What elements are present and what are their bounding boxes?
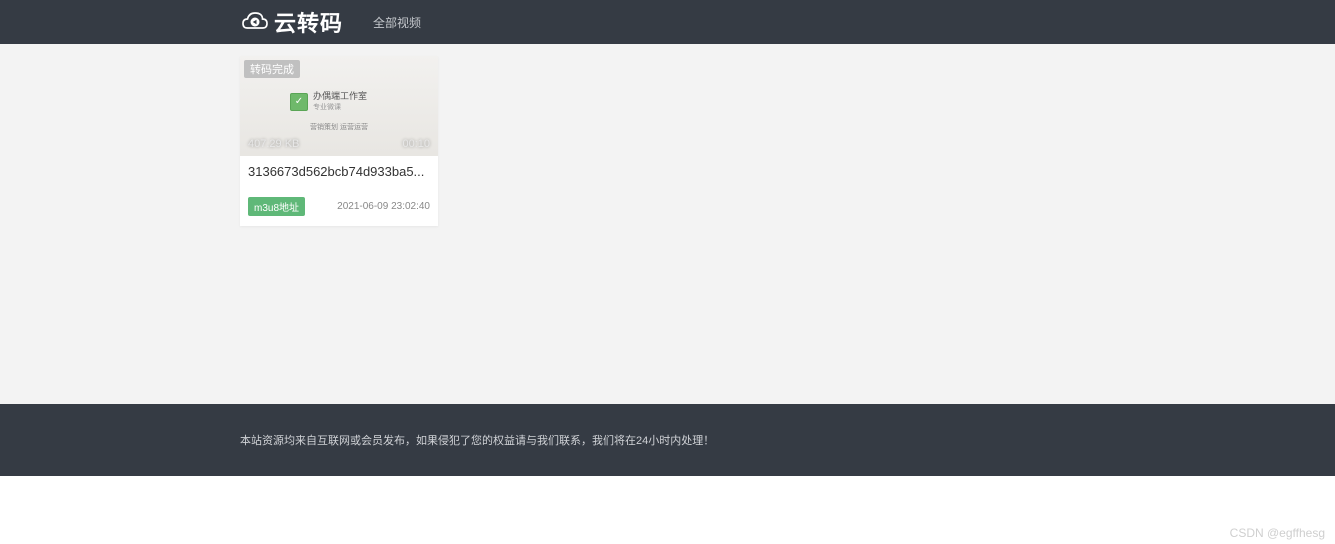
watermark-text: CSDN @egffhesg [1230, 526, 1325, 540]
video-filesize: 407.29 KB [248, 138, 299, 150]
video-duration: 00:10 [402, 138, 430, 150]
cloud-logo-icon [240, 7, 270, 37]
brand-text: 云转码 [274, 6, 343, 38]
thumb-bottom-subtext: 营销策划 运营运营 [240, 122, 438, 132]
thumb-center-graphic: ✓ 办偶端工作室 专业微课 [290, 92, 367, 112]
m3u8-address-button[interactable]: m3u8地址 [248, 197, 305, 216]
footer-disclaimer: 本站资源均来自互联网或会员发布，如果侵犯了您的权益请与我们联系，我们将在24小时… [240, 435, 714, 447]
content-area: 转码完成 ✓ 办偶端工作室 专业微课 营销策划 运营运营 407.29 KB 0… [0, 44, 1335, 404]
video-timestamp: 2021-06-09 23:02:40 [337, 201, 430, 212]
video-title: 3136673d562bcb74d933ba5... [240, 156, 438, 179]
video-card[interactable]: 转码完成 ✓ 办偶端工作室 专业微课 营销策划 运营运营 407.29 KB 0… [240, 56, 438, 226]
transcode-status-badge: 转码完成 [244, 60, 300, 78]
top-navbar: 云转码 全部视频 [0, 0, 1335, 44]
page-footer: 本站资源均来自互联网或会员发布，如果侵犯了您的权益请与我们联系，我们将在24小时… [0, 404, 1335, 476]
green-box-icon: ✓ [290, 93, 308, 111]
video-card-footer: m3u8地址 2021-06-09 23:02:40 [240, 179, 438, 226]
nav-link-all-videos[interactable]: 全部视频 [373, 14, 421, 31]
video-thumbnail[interactable]: 转码完成 ✓ 办偶端工作室 专业微课 营销策划 运营运营 407.29 KB 0… [240, 56, 438, 156]
thumb-center-title: 办偶端工作室 专业微课 [313, 92, 367, 112]
brand-logo[interactable]: 云转码 [240, 6, 343, 38]
